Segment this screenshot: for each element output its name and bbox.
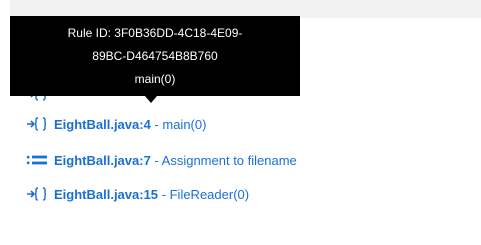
trace-row[interactable]: EightBall.java:4 - main(0) bbox=[25, 114, 206, 134]
separator: - bbox=[150, 116, 163, 132]
file-link[interactable]: EightBall.java:4 bbox=[54, 117, 151, 132]
file-link[interactable]: EightBall.java:7 bbox=[54, 153, 151, 168]
tooltip-line-3: main(0) bbox=[134, 71, 176, 86]
trace-description: main(0) bbox=[162, 116, 207, 132]
trace-row[interactable]: EightBall.java:15 - FileReader(0) bbox=[25, 184, 249, 204]
trace-panel: EightBall.java:4 - main(0) EightBall.jav… bbox=[0, 0, 481, 245]
trace-description: FileReader(0) bbox=[169, 186, 250, 202]
rule-id-tooltip: Rule ID: 3F0B36DD-4C18-4E09- 89BC-D46475… bbox=[10, 16, 300, 96]
separator: - bbox=[150, 152, 162, 168]
tooltip-line-2: 89BC-D464754B8B760 bbox=[92, 48, 218, 63]
tooltip-arrow bbox=[145, 96, 157, 103]
assignment-icon bbox=[25, 153, 49, 167]
trace-description: Assignment to filename bbox=[161, 152, 297, 168]
call-icon bbox=[25, 117, 49, 131]
trace-row[interactable]: EightBall.java:7 - Assignment to filenam… bbox=[25, 150, 297, 170]
call-icon bbox=[25, 187, 49, 201]
separator: - bbox=[158, 186, 170, 202]
file-link[interactable]: EightBall.java:15 bbox=[54, 187, 158, 202]
tooltip-line-1: Rule ID: 3F0B36DD-4C18-4E09- bbox=[67, 25, 243, 40]
